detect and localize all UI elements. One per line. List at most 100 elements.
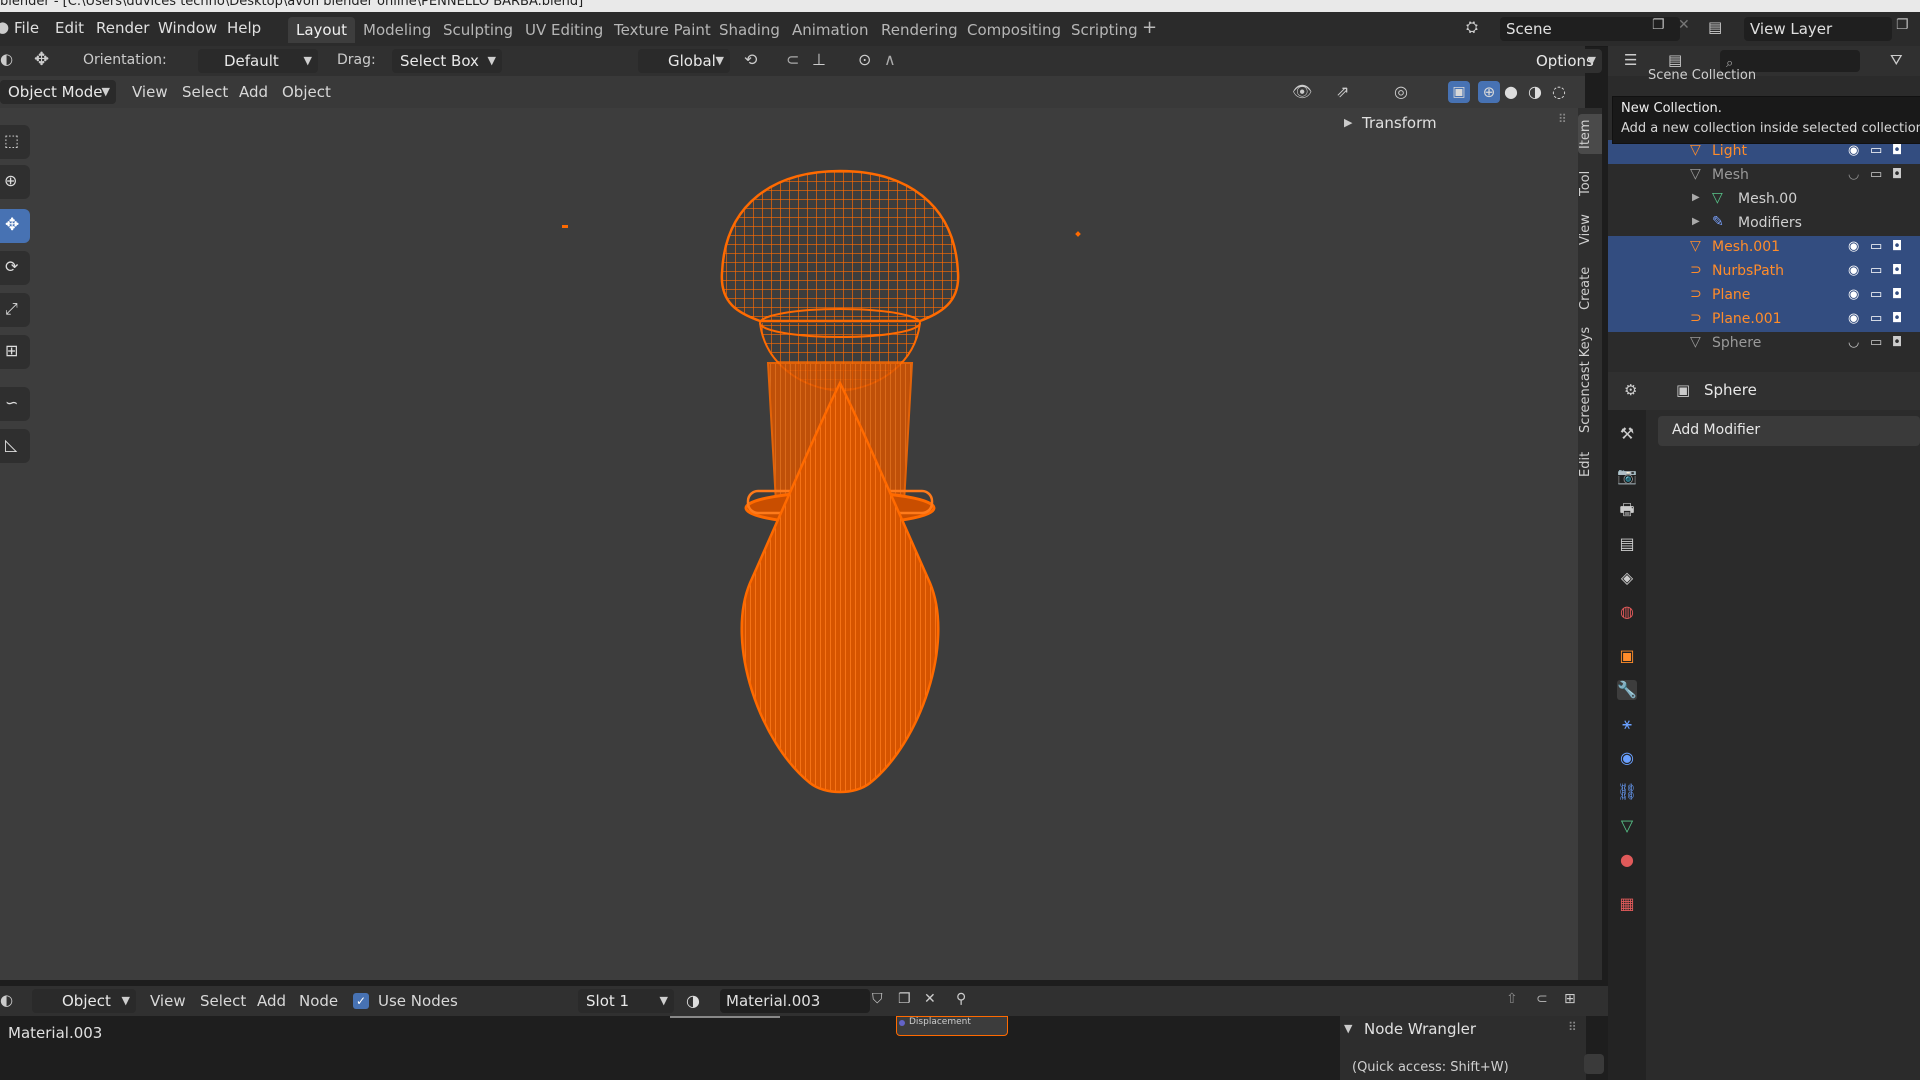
outliner-row-plane[interactable]: ⊃ Plane ◉ ▭ ◘ (1608, 284, 1920, 308)
scene-collection-label[interactable]: Scene Collection (1648, 68, 1756, 83)
tab-texture-paint[interactable]: Texture Paint (606, 17, 719, 43)
tab-sculpting[interactable]: Sculpting (435, 17, 521, 43)
tab-animation[interactable]: Animation (784, 17, 876, 43)
blender-logo-icon[interactable]: ● (0, 18, 9, 36)
world-tab-icon[interactable]: ◍ (1617, 602, 1637, 622)
editor-type-icon[interactable]: ◐ (0, 50, 13, 68)
node-menu-node[interactable]: Node (299, 992, 338, 1010)
eye-icon[interactable]: ◉ (1848, 263, 1859, 278)
camera-icon[interactable]: ◘ (1892, 335, 1902, 350)
material-shading-icon[interactable]: ◑ (1528, 82, 1542, 101)
eye-icon[interactable]: ◉ (1848, 239, 1859, 254)
camera-icon[interactable]: ◘ (1892, 239, 1902, 254)
snap-icon[interactable]: ⊂ (786, 50, 799, 69)
cursor-tool-icon[interactable]: ⊕ (0, 165, 30, 199)
drag-handle-icon[interactable]: ⠿ (1568, 1020, 1577, 1034)
pivot-point-icon[interactable]: ⟲ (744, 50, 757, 69)
material-name-field[interactable]: Material.003 (720, 989, 870, 1013)
constraints-tab-icon[interactable]: ⛓ (1617, 782, 1637, 802)
viewport-menu-object[interactable]: Object (282, 83, 331, 101)
scene-tab-icon[interactable]: ◈ (1617, 568, 1637, 588)
monitor-icon[interactable]: ▭ (1870, 335, 1882, 350)
rendered-shading-icon[interactable]: ◌ (1552, 82, 1566, 101)
view-layer-field[interactable]: View Layer (1744, 17, 1892, 41)
visibility-icon[interactable]: 👁 (1292, 82, 1312, 101)
node-editor-type-icon[interactable]: ◐ (0, 991, 13, 1009)
use-nodes-checkbox[interactable]: ✓ (353, 993, 369, 1009)
camera-icon[interactable]: ◘ (1892, 263, 1902, 278)
measure-tool-icon[interactable]: ◺ (0, 429, 30, 463)
output-tab-icon[interactable]: 🖶 (1617, 500, 1637, 520)
outliner-row-mesh[interactable]: ▽ Mesh ◡ ▭ ◘ (1608, 164, 1920, 188)
view-layer-icon[interactable]: ▤ (1708, 18, 1722, 36)
outliner-row-mesh-001[interactable]: ▽ Mesh.001 ◉ ▭ ◘ (1608, 236, 1920, 260)
sidebar-scrollbar[interactable] (1584, 1054, 1604, 1074)
parent-node-tree-icon[interactable]: ⇧ (1506, 991, 1518, 1007)
add-workspace-button[interactable]: + (1142, 17, 1157, 38)
unlink-material-icon[interactable]: ✕ (924, 991, 936, 1007)
3d-viewport[interactable]: ⬚ ⊕ ✥ ⟳ ⤢ ⊞ ∽ ◺ ▶ Transform ⠿ (0, 108, 1585, 980)
node-snap-target-icon[interactable]: ⊞ (1564, 991, 1576, 1007)
node-wrangler-title[interactable]: Node Wrangler (1364, 1020, 1476, 1038)
overlay-icon[interactable]: ◎ (1394, 82, 1408, 101)
snap-target-icon[interactable]: ⊥ (812, 50, 826, 69)
object-tab-icon[interactable]: ▣ (1617, 646, 1637, 666)
rotate-tool-icon[interactable]: ⟳ (0, 251, 30, 285)
properties-editor-type-icon[interactable]: ⚙ (1624, 381, 1637, 399)
eye-icon[interactable]: ◉ (1848, 143, 1859, 158)
physics-tab-icon[interactable]: ◉ (1617, 748, 1637, 768)
sidebar-tab-tool[interactable]: Tool (1578, 163, 1602, 203)
menu-render[interactable]: Render (96, 19, 149, 37)
camera-icon[interactable]: ◘ (1892, 311, 1902, 326)
tab-modeling[interactable]: Modeling (355, 17, 439, 43)
menu-help[interactable]: Help (227, 19, 261, 37)
fake-user-icon[interactable]: ⛉ (872, 991, 883, 1007)
monitor-icon[interactable]: ▭ (1870, 311, 1882, 326)
filter-icon[interactable]: ⛛ (1890, 51, 1903, 69)
annotate-tool-icon[interactable]: ∽ (0, 387, 30, 421)
transform-tool-icon[interactable]: ⊞ (0, 335, 30, 369)
shader-type-dropdown[interactable]: Object ▼ (32, 989, 136, 1013)
falloff-icon[interactable]: ∧ (884, 50, 896, 69)
select-box-tool-icon[interactable]: ⬚ (0, 125, 30, 159)
monitor-icon[interactable]: ▭ (1870, 263, 1882, 278)
tab-layout[interactable]: Layout (288, 17, 355, 43)
options-dropdown[interactable]: Options ▼ (1518, 49, 1602, 73)
sidebar-tab-item[interactable]: Item (1578, 114, 1602, 154)
texture-tab-icon[interactable]: ▦ (1617, 894, 1637, 914)
camera-icon[interactable]: ◘ (1892, 143, 1902, 158)
tab-shading[interactable]: Shading (711, 17, 788, 43)
gizmo-icon[interactable]: ⇗ (1336, 82, 1349, 101)
outliner-row-mesh-data[interactable]: ▶ ▽ Mesh.00 (1608, 188, 1920, 212)
eye-closed-icon[interactable]: ◡ (1848, 167, 1859, 182)
object-mode-dropdown[interactable]: Object Mode ▼ (0, 80, 116, 104)
tab-scripting[interactable]: Scripting (1063, 17, 1146, 43)
outliner-row-nurbspath[interactable]: ⊃ NurbsPath ◉ ▭ ◘ (1608, 260, 1920, 284)
camera-icon[interactable]: ◘ (1892, 287, 1902, 302)
shader-node-canvas[interactable]: Material.003 Displacement ▼ Node Wrangle… (0, 1016, 1608, 1080)
proportional-edit-icon[interactable]: ⊙ (858, 50, 871, 69)
sidebar-tab-create[interactable]: Create (1578, 260, 1602, 316)
drag-handle-icon[interactable]: ⠿ (1558, 112, 1567, 126)
pin-icon[interactable]: ⚲ (956, 991, 966, 1007)
wrench-tab-icon[interactable]: 🔧 (1617, 680, 1637, 700)
view-layer-tab-icon[interactable]: ▤ (1617, 534, 1637, 554)
snap-node-icon[interactable]: ⊂ (1536, 991, 1548, 1007)
new-scene-icon[interactable]: ❐ (1652, 17, 1665, 33)
material-browse-icon[interactable]: ◑ (686, 991, 700, 1010)
monitor-icon[interactable]: ▭ (1870, 143, 1882, 158)
menu-window[interactable]: Window (158, 19, 217, 37)
camera-icon[interactable]: ◘ (1892, 167, 1902, 182)
xray-toggle-icon[interactable]: ▣ (1448, 81, 1470, 103)
outliner-editor-type-icon[interactable]: ☰ (1624, 51, 1637, 69)
material-tab-icon[interactable]: ● (1617, 850, 1637, 870)
render-tab-icon[interactable]: 📷 (1617, 466, 1637, 486)
node-menu-view[interactable]: View (150, 992, 186, 1010)
brush-wireframe-object[interactable] (690, 163, 990, 863)
sidebar-tab-edit[interactable]: Edit (1578, 444, 1602, 484)
drag-dropdown[interactable]: Select Box ▼ (392, 49, 502, 73)
viewport-menu-select[interactable]: Select (182, 83, 228, 101)
monitor-icon[interactable]: ▭ (1870, 287, 1882, 302)
menu-file[interactable]: File (14, 19, 39, 37)
transform-orientation-dropdown[interactable]: Global ▼ (638, 49, 730, 73)
